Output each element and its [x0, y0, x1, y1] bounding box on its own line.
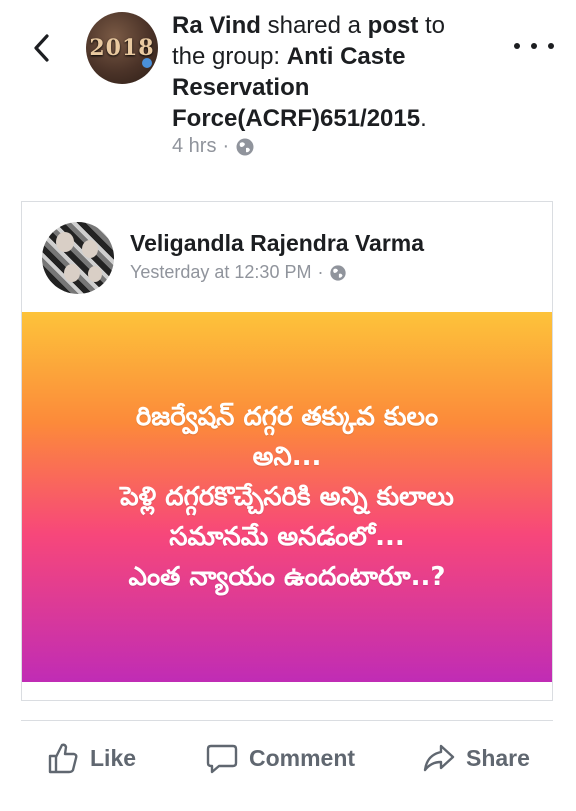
more-dot-icon [531, 43, 537, 49]
back-button[interactable] [24, 28, 58, 68]
thumbs-up-icon [48, 743, 78, 774]
share-arrow-icon [423, 744, 455, 772]
shared-timestamp[interactable]: Yesterday at 12:30 PM [130, 262, 311, 283]
meta-separator: · [222, 135, 230, 157]
like-button[interactable]: Like [46, 738, 136, 778]
post-meta: 4 hrs · [172, 135, 255, 158]
post-link[interactable]: post [368, 12, 419, 39]
avatar-decoration [142, 58, 152, 68]
shared-label: shared a [260, 12, 368, 39]
post-timestamp[interactable]: 4 hrs [172, 135, 216, 158]
shared-post-card[interactable]: Veligandla Rajendra Varma Yesterday at 1… [21, 201, 553, 701]
meta-separator: · [317, 262, 324, 282]
more-dot-icon [514, 43, 520, 49]
globe-icon [330, 264, 347, 281]
avatar[interactable]: 2018 [86, 12, 158, 84]
more-options-button[interactable] [514, 36, 554, 56]
comment-bubble-icon [206, 744, 238, 774]
post-header: Ra Vind shared a post to the group: Anti… [172, 10, 482, 134]
comment-label: Comment [249, 744, 356, 771]
share-button[interactable]: Share [422, 738, 530, 778]
chevron-left-icon [34, 34, 49, 62]
post-text-line: ఎంత న్యాయం ఉందంటారూ..? [128, 562, 446, 592]
post-text-line: పెళ్లి దగ్గరకొచ్చేసరికి అన్ని కులాలు [120, 482, 454, 512]
comment-button[interactable]: Comment [205, 738, 355, 778]
more-dot-icon [548, 43, 554, 49]
divider [21, 720, 553, 721]
post-content-background: రిజర్వేషన్ దగ్గర తక్కువ కులం అని... పెళ్… [22, 312, 552, 682]
post-text-line: సమానమే అనడంలో... [169, 522, 405, 552]
shared-post-meta: Yesterday at 12:30 PM · [130, 262, 347, 283]
globe-icon [236, 138, 254, 155]
shared-author-name[interactable]: Veligandla Rajendra Varma [130, 230, 424, 257]
share-label: Share [466, 744, 530, 771]
post-text-line: రిజర్వేషన్ దగ్గర తక్కువ కులం [135, 402, 439, 432]
avatar-text: 2018 [89, 35, 155, 61]
like-label: Like [90, 744, 137, 771]
post-text-line: అని... [252, 442, 322, 472]
header-period: . [420, 105, 427, 132]
author-name[interactable]: Ra Vind [172, 12, 261, 39]
shared-author-avatar[interactable] [42, 222, 114, 294]
